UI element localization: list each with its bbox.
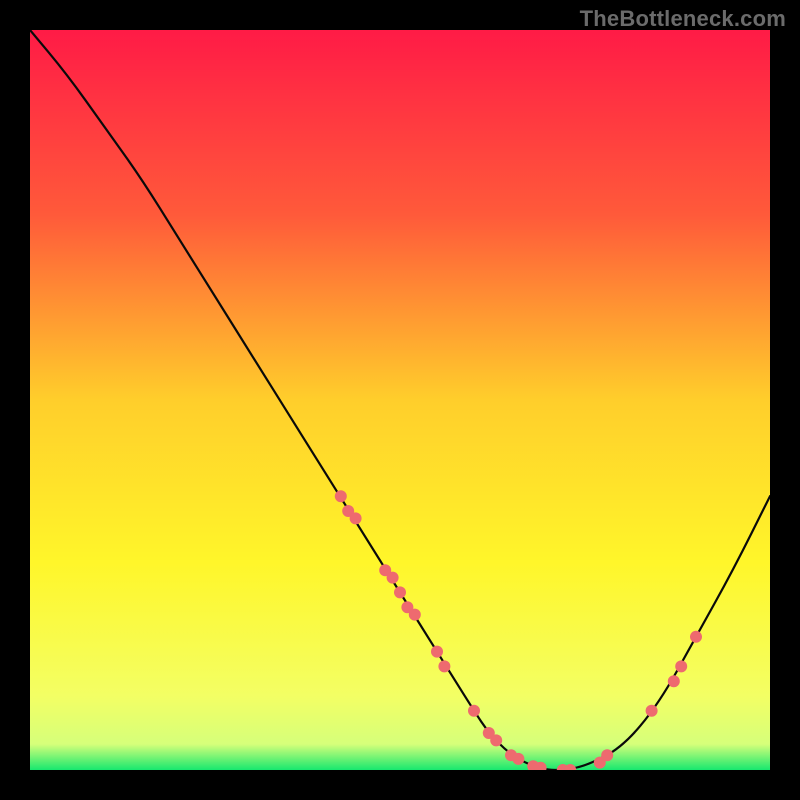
data-marker [601,749,613,761]
data-marker [468,705,480,717]
data-marker [335,490,347,502]
data-marker [490,734,502,746]
data-marker [409,609,421,621]
data-marker [690,631,702,643]
root: TheBottleneck.com [0,0,800,800]
data-marker [512,753,524,765]
watermark-label: TheBottleneck.com [580,6,786,32]
gradient-background [30,30,770,770]
data-marker [668,675,680,687]
data-marker [350,512,362,524]
data-marker [387,572,399,584]
data-marker [431,646,443,658]
data-marker [675,660,687,672]
data-marker [438,660,450,672]
data-marker [646,705,658,717]
bottleneck-chart [30,30,770,770]
data-marker [394,586,406,598]
